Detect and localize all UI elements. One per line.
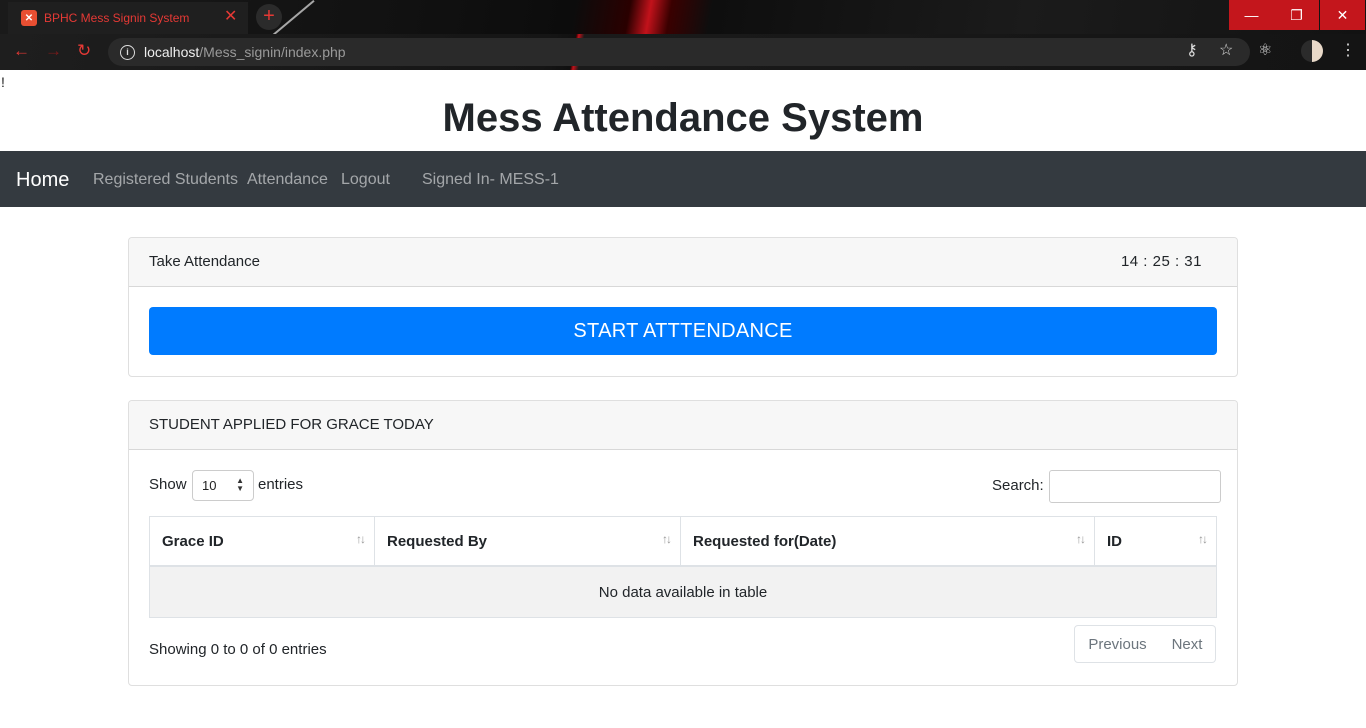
reload-icon[interactable]: ↻ — [77, 42, 91, 60]
entries-select[interactable]: 10 ▲ ▼ — [192, 470, 254, 501]
url-host: localhost — [144, 44, 200, 60]
star-icon[interactable]: ☆ — [1219, 43, 1233, 59]
menu-icon[interactable]: ⋮ — [1340, 43, 1356, 59]
xampp-icon: ✕ — [21, 10, 37, 26]
column-label: Requested By — [387, 532, 488, 550]
signed-in-status: Signed In- MESS-1 — [422, 171, 559, 188]
extension-icon[interactable]: ⚛ — [1258, 43, 1272, 59]
table-info: Showing 0 to 0 of 0 entries — [149, 641, 327, 658]
grace-table: Grace ID ↑↓ Requested By ↑↓ Requested for(… — [149, 516, 1217, 618]
empty-message: No data available in table — [149, 565, 1217, 618]
column-label: ID — [1107, 532, 1122, 550]
card-header: STUDENT APPLIED FOR GRACE TODAY — [129, 401, 1237, 450]
table-row: No data available in table — [149, 565, 1217, 618]
attendance-card: Take Attendance 14 : 25 : 31 START ATTTE… — [128, 237, 1238, 377]
table-header-row: Grace ID ↑↓ Requested By ↑↓ Requested for(… — [149, 516, 1217, 567]
column-header-requested-for-date[interactable]: Requested for(Date) ↑↓ — [680, 516, 1095, 567]
sort-icon: ↑↓ — [1076, 532, 1086, 546]
column-header-grace-id[interactable]: Grace ID ↑↓ — [149, 516, 375, 567]
nav-link-registered-students[interactable]: Registered Students — [93, 170, 238, 190]
sort-icon: ↑↓ — [1198, 532, 1208, 546]
column-header-id[interactable]: ID ↑↓ — [1094, 516, 1217, 567]
card-title: STUDENT APPLIED FOR GRACE TODAY — [149, 416, 434, 433]
window-close-button[interactable]: ✕ — [1320, 0, 1365, 30]
avatar[interactable] — [1301, 40, 1323, 62]
nav-link-logout[interactable]: Logout — [341, 170, 390, 190]
card-title: Take Attendance — [149, 253, 260, 270]
start-attendance-button[interactable]: START ATTTENDANCE — [149, 307, 1217, 355]
browser-toolbar: ← → ↻ i localhost/Mess_signin/index.php … — [0, 34, 1366, 70]
column-header-requested-by[interactable]: Requested By ↑↓ — [374, 516, 681, 567]
column-label: Grace ID — [162, 532, 224, 550]
stray-text: ! — [1, 74, 5, 90]
info-icon[interactable]: i — [120, 44, 135, 60]
address-bar[interactable]: i localhost/Mess_signin/index.php — [108, 38, 1250, 66]
search-label: Search: — [992, 477, 1044, 494]
column-label: Requested for(Date) — [693, 532, 837, 550]
tab-title: BPHC Mess Signin System — [44, 11, 190, 25]
sort-icon: ↑↓ — [356, 532, 366, 546]
previous-button[interactable]: Previous — [1074, 625, 1161, 663]
page-title: Mess Attendance System — [442, 96, 924, 140]
restore-button[interactable]: ❐ — [1274, 0, 1319, 30]
card-header: Take Attendance 14 : 25 : 31 — [129, 238, 1237, 287]
sort-icon: ↑↓ — [662, 532, 672, 546]
nav-brand-home[interactable]: Home — [16, 168, 69, 192]
url-path: /Mess_signin/index.php — [199, 44, 346, 60]
select-arrows-icon: ▲ ▼ — [236, 476, 244, 493]
close-icon[interactable]: ✕ — [224, 9, 237, 25]
show-label: Show — [149, 476, 187, 493]
forward-arrow-icon[interactable]: → — [45, 42, 62, 60]
entries-value: 10 — [202, 478, 217, 493]
clock: 14 : 25 : 31 — [1120, 253, 1202, 270]
back-arrow-icon[interactable]: ← — [13, 42, 30, 60]
minimize-button[interactable]: — — [1229, 0, 1274, 30]
browser-titlebar: ✕ BPHC Mess Signin System ✕ + — ❐ ✕ — [0, 0, 1366, 34]
next-button[interactable]: Next — [1159, 625, 1216, 663]
grace-card: STUDENT APPLIED FOR GRACE TODAY Show 10 … — [128, 400, 1238, 686]
nav-link-attendance[interactable]: Attendance — [247, 170, 328, 190]
new-tab-button[interactable]: + — [256, 4, 282, 30]
browser-tab[interactable]: ✕ BPHC Mess Signin System ✕ — [8, 2, 248, 34]
entries-label: entries — [258, 476, 304, 493]
key-icon[interactable]: ⚷ — [1186, 43, 1198, 59]
search-input[interactable] — [1049, 470, 1221, 503]
